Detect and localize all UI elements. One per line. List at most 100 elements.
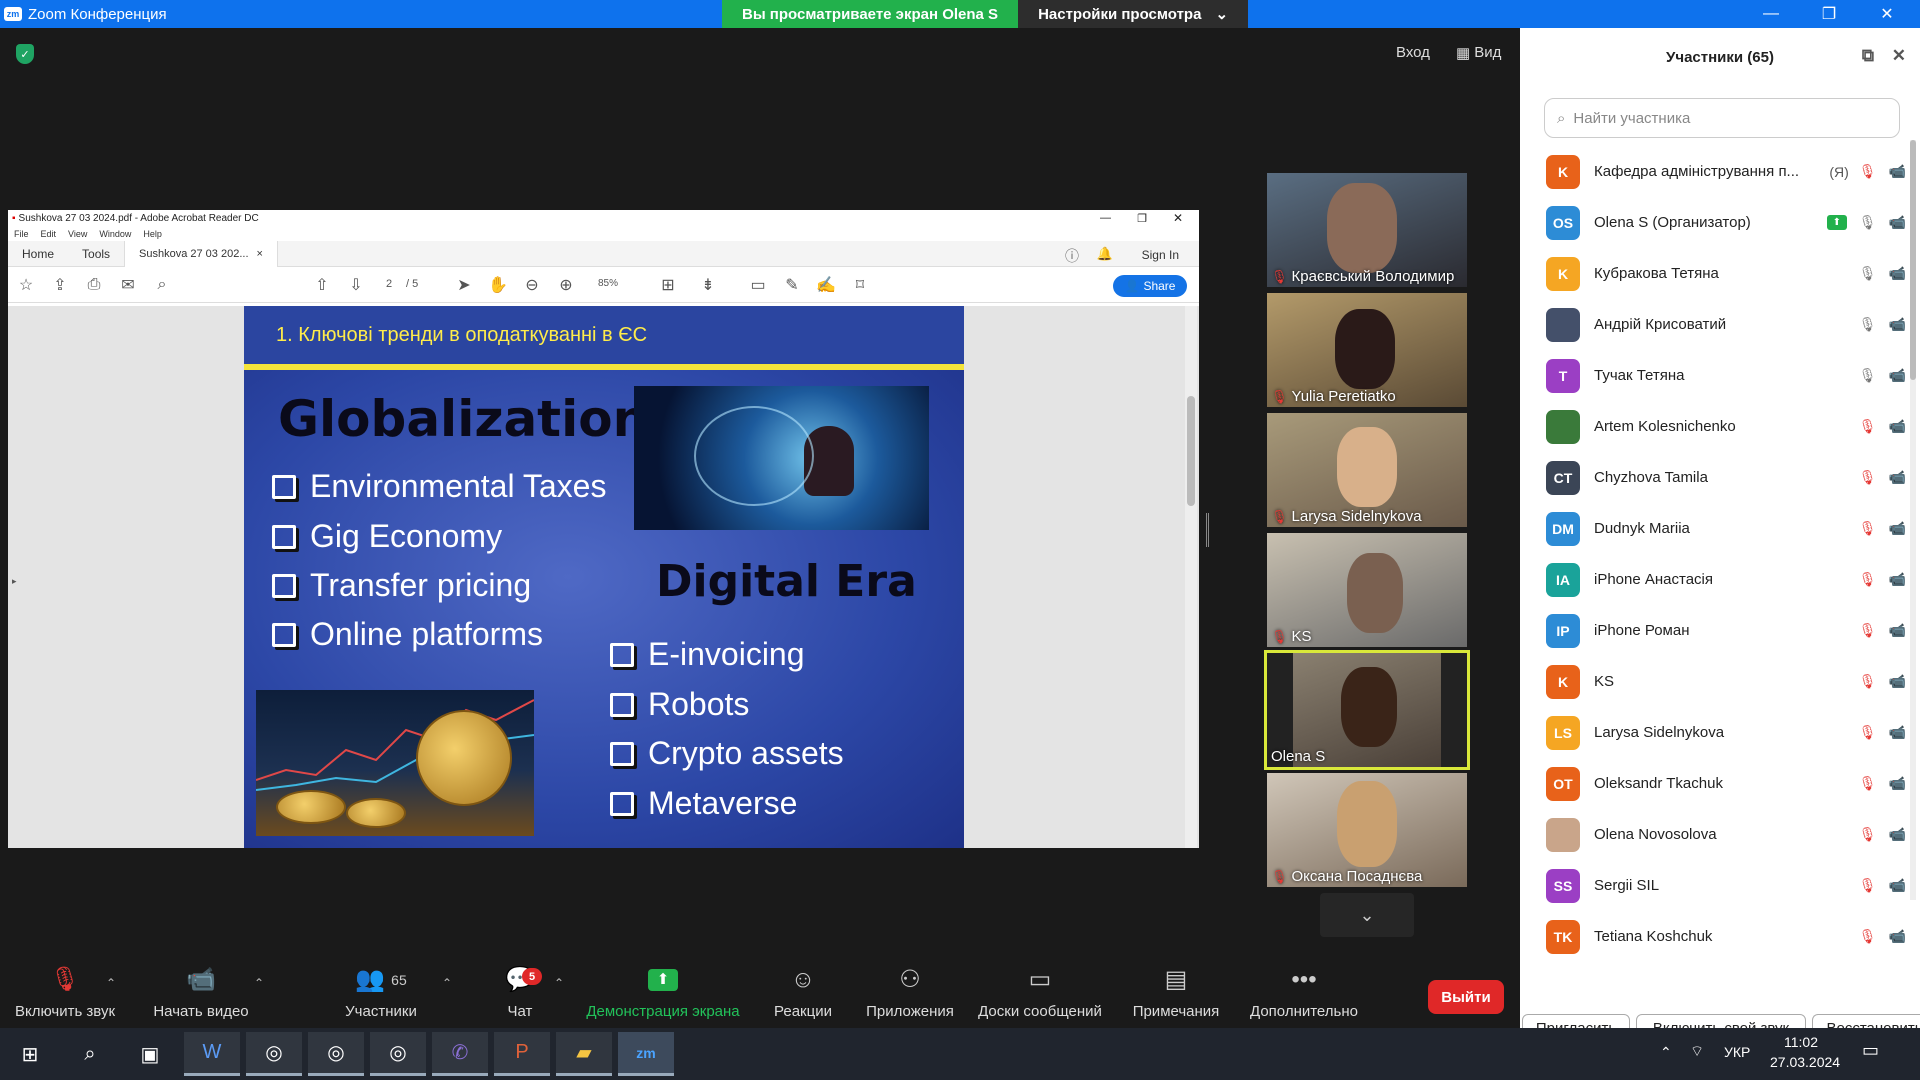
share-screen-button[interactable]: ⬆ Демонстрация экрана — [578, 958, 748, 1028]
participant-row[interactable]: T Тучак Тетяна 🎙 📹 — [1546, 350, 1906, 401]
unmute-button[interactable]: 🎙 Включить звук — [10, 958, 120, 1028]
tab-tools[interactable]: Tools — [68, 241, 124, 267]
sign-in-link[interactable]: Sign In — [1142, 248, 1179, 262]
zoom-app-icon[interactable]: zm — [618, 1032, 674, 1076]
menu-file[interactable]: File — [14, 229, 29, 239]
restore-button[interactable]: ❐ — [1800, 0, 1858, 28]
mic-off-icon[interactable]: 🎙 — [1859, 928, 1877, 945]
page-number[interactable]: 2 — [386, 278, 392, 290]
close-button[interactable]: ✕ — [1858, 0, 1916, 28]
whiteboards-button[interactable]: ▭ Доски сообщений — [970, 958, 1110, 1028]
login-button[interactable]: Вход — [1396, 44, 1430, 61]
chat-options-caret[interactable]: ⌃ — [554, 976, 564, 990]
print-icon[interactable]: ⎙ — [84, 275, 104, 295]
start-video-button[interactable]: 📹 Начать видео — [146, 958, 256, 1028]
task-view-icon[interactable]: ▣ — [122, 1032, 178, 1076]
search-icon[interactable]: ⌕ — [62, 1032, 118, 1076]
video-tile[interactable]: 🎙 Yulia Peretiatko — [1267, 293, 1467, 407]
participant-row[interactable]: IP iPhone Роман 🎙 📹 — [1546, 605, 1906, 656]
tab-close-icon[interactable]: × — [257, 248, 263, 260]
notifications-icon[interactable]: ▭ — [1862, 1040, 1879, 1061]
word-app-icon[interactable]: W — [184, 1032, 240, 1076]
camera-off-icon[interactable]: 📹 — [1889, 622, 1906, 639]
minimize-button[interactable]: — — [1742, 0, 1800, 28]
camera-off-icon[interactable]: 📹 — [1889, 775, 1906, 792]
video-tile-active[interactable]: Olena S — [1264, 650, 1470, 770]
leave-button[interactable]: Выйти — [1428, 980, 1504, 1014]
mic-off-icon[interactable]: 🎙 — [1859, 775, 1877, 792]
participant-row[interactable]: Olena Novosolova 🎙 📹 — [1546, 809, 1906, 860]
participant-row[interactable]: LS Larysa Sidelnykova 🎙 📹 — [1546, 707, 1906, 758]
security-shield-icon[interactable]: ✓ — [16, 44, 34, 64]
participant-row[interactable]: TK Tetiana Koshchuk 🎙 📹 — [1546, 911, 1906, 962]
menu-window[interactable]: Window — [99, 229, 131, 239]
camera-off-icon[interactable]: 📹 — [1889, 928, 1906, 945]
zoom-out-icon[interactable]: ⊖ — [522, 275, 542, 295]
star-icon[interactable]: ☆ — [16, 275, 36, 295]
menu-view[interactable]: View — [68, 229, 87, 239]
video-options-caret[interactable]: ⌃ — [254, 976, 264, 990]
notes-button[interactable]: ▤ Примечания — [1124, 958, 1228, 1028]
cursor-icon[interactable]: ➤ — [454, 275, 474, 295]
comment-icon[interactable]: ▭ — [748, 275, 768, 295]
search-participants-input[interactable]: ⌕ Найти участника — [1544, 98, 1900, 138]
more-button[interactable]: ••• Дополнительно — [1244, 958, 1364, 1028]
split-handle[interactable] — [1206, 513, 1209, 547]
menu-help[interactable]: Help — [143, 229, 162, 239]
fit-page-icon[interactable]: ⊞ — [658, 275, 678, 295]
help-icon[interactable]: ⓘ — [1065, 246, 1079, 266]
participant-row[interactable]: K Кафедра адміністрування п... (Я) 🎙 📹 — [1546, 146, 1906, 197]
zoom-in-icon[interactable]: ⊕ — [556, 275, 576, 295]
participant-row[interactable]: CT Chyzhova Tamila 🎙 📹 — [1546, 452, 1906, 503]
bell-icon[interactable]: 🔔 — [1097, 246, 1113, 262]
mic-icon[interactable]: 🎙 — [1859, 214, 1877, 231]
acrobat-close[interactable]: ✕ — [1173, 211, 1183, 225]
file-explorer-icon[interactable]: ▰ — [556, 1032, 612, 1076]
camera-icon[interactable]: 📹 — [1889, 469, 1906, 486]
camera-off-icon[interactable]: 📹 — [1889, 520, 1906, 537]
mic-icon[interactable]: 🎙 — [1859, 316, 1877, 333]
panel-scrollbar[interactable] — [1910, 140, 1916, 900]
camera-off-icon[interactable]: 📹 — [1889, 877, 1906, 894]
acrobat-restore[interactable]: ❐ — [1137, 212, 1147, 225]
mic-off-icon[interactable]: 🎙 — [1859, 571, 1877, 588]
chrome-app-icon[interactable]: ◎ — [370, 1032, 426, 1076]
video-tile[interactable]: 🎙 Оксана Посаднєва — [1267, 773, 1467, 887]
clock-date[interactable]: 27.03.2024 — [1770, 1054, 1840, 1070]
participants-options-caret[interactable]: ⌃ — [442, 976, 452, 990]
participant-row[interactable]: OS Olena S (Организатор) ⬆ 🎙 📹 — [1546, 197, 1906, 248]
chrome-app-icon[interactable]: ◎ — [308, 1032, 364, 1076]
camera-icon[interactable]: 📹 — [1889, 673, 1906, 690]
participant-row[interactable]: SS Sergii SIL 🎙 📹 — [1546, 860, 1906, 911]
mic-off-icon[interactable]: 🎙 — [1859, 418, 1877, 435]
scroll-videos-down-button[interactable]: ⌄ — [1320, 893, 1414, 937]
mic-off-icon[interactable]: 🎙 — [1859, 724, 1877, 741]
scroll-mode-icon[interactable]: ⇟ — [698, 275, 718, 295]
apps-button[interactable]: ⚇ Приложения — [862, 958, 958, 1028]
camera-off-icon[interactable]: 📹 — [1889, 571, 1906, 588]
pdf-scrollbar[interactable] — [1185, 306, 1197, 848]
mic-icon[interactable]: 🎙 — [1859, 265, 1877, 282]
windows-start-icon[interactable]: ⊞ — [2, 1032, 58, 1076]
camera-icon[interactable]: 📹 — [1889, 214, 1906, 231]
camera-off-icon[interactable]: 📹 — [1889, 367, 1906, 384]
page-down-icon[interactable]: ⇩ — [346, 275, 366, 295]
camera-off-icon[interactable]: 📹 — [1889, 826, 1906, 843]
close-panel-icon[interactable]: ✕ — [1892, 46, 1906, 66]
share-pdf-button[interactable]: 👤 Share — [1113, 275, 1187, 297]
mic-icon[interactable]: 🎙 — [1859, 367, 1877, 384]
mic-off-icon[interactable]: 🎙 — [1859, 826, 1877, 843]
menu-edit[interactable]: Edit — [41, 229, 57, 239]
mic-off-icon[interactable]: 🎙 — [1859, 673, 1877, 690]
mic-off-icon[interactable]: 🎙 — [1859, 469, 1877, 486]
viber-app-icon[interactable]: ✆ — [432, 1032, 488, 1076]
zoom-level[interactable]: 85% — [598, 278, 618, 289]
participant-row[interactable]: IA iPhone Анастасія 🎙 📹 — [1546, 554, 1906, 605]
video-tile[interactable]: 🎙 KS — [1267, 533, 1467, 647]
video-tile[interactable]: 🎙 Larysa Sidelnykova — [1267, 413, 1467, 527]
tray-expand-icon[interactable]: ⌃ — [1660, 1044, 1672, 1061]
upload-icon[interactable]: ⇪ — [50, 275, 70, 295]
participant-row[interactable]: DM Dudnyk Mariia 🎙 📹 — [1546, 503, 1906, 554]
mic-off-icon[interactable]: 🎙 — [1859, 877, 1877, 894]
mic-off-icon[interactable]: 🎙 — [1859, 163, 1877, 180]
